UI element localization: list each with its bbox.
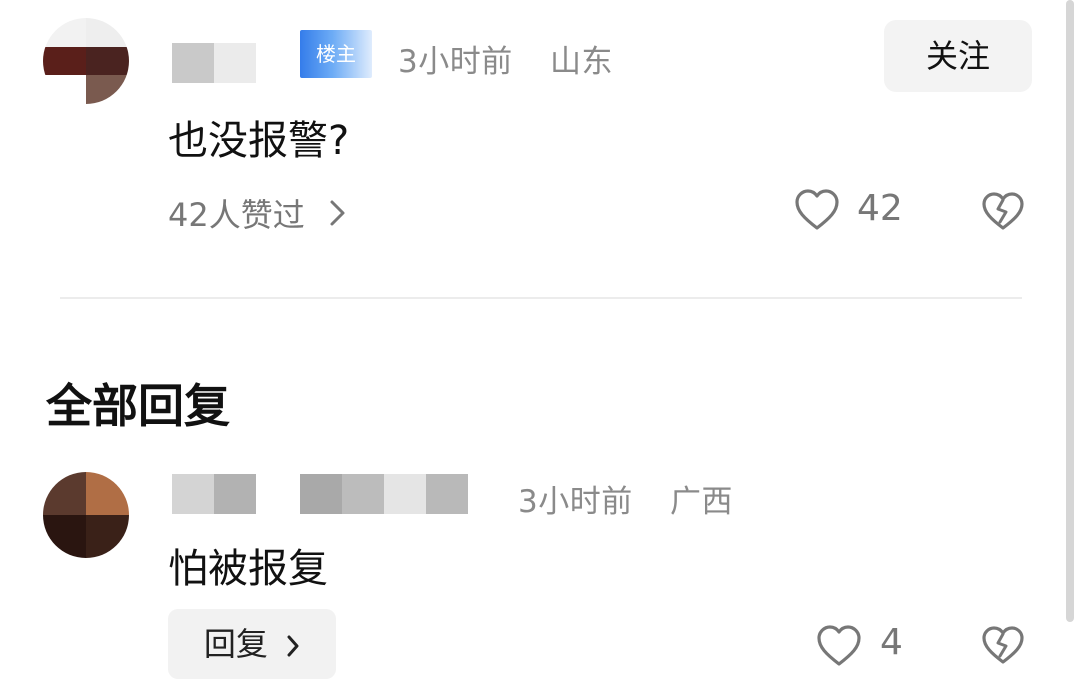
divider [60,297,1022,299]
heart-outline-icon[interactable] [794,188,840,232]
all-replies-title: 全部回复 [46,379,230,433]
comment-time: 3小时前 [398,44,513,80]
like-count: 42 [857,188,903,229]
chevron-right-icon [286,634,300,658]
chevron-right-icon [329,198,347,228]
reply-button[interactable]: 回复 [168,609,336,679]
broken-heart-icon[interactable] [980,624,1026,666]
comment-text: 也没报警? [168,118,350,164]
username-mosaic[interactable] [172,43,256,83]
reply-username-mosaic[interactable] [172,474,468,514]
reply-time: 3小时前 [518,484,633,520]
follow-button[interactable]: 关注 [884,20,1032,92]
scrollbar[interactable] [1066,0,1074,622]
liked-by-link[interactable]: 42人赞过 [168,190,347,236]
heart-outline-icon[interactable] [816,624,862,668]
reply-button-label: 回复 [203,625,268,663]
broken-heart-icon[interactable] [980,190,1026,232]
reply-location: 广西 [670,484,733,520]
liked-by-label: 42人赞过 [168,196,305,234]
reply-like-count: 4 [880,622,903,663]
op-badge: 楼主 [300,30,372,78]
avatar[interactable] [43,472,129,558]
avatar[interactable] [43,18,129,104]
comment-location: 山东 [550,44,613,80]
reply-text: 怕被报复 [168,546,328,592]
